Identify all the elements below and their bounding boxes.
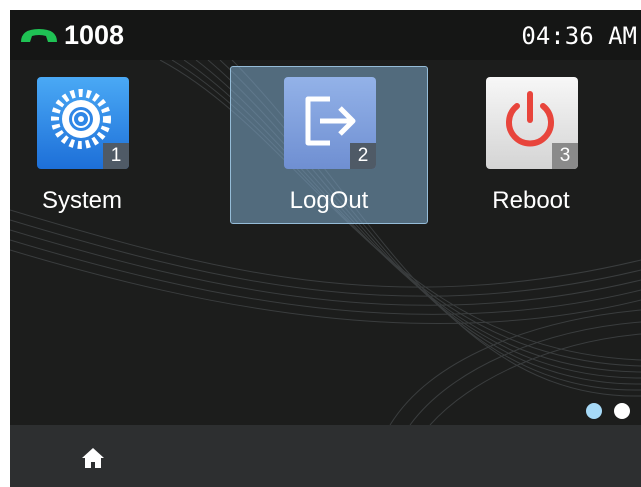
- app-system[interactable]: 1 System: [10, 66, 181, 224]
- app-logout[interactable]: 2 LogOut: [230, 66, 428, 224]
- page-indicator-dot-active[interactable]: [586, 403, 602, 419]
- home-icon[interactable]: [81, 447, 105, 469]
- navigation-bar: [10, 425, 641, 487]
- shortcut-number-badge: 1: [103, 143, 129, 169]
- reboot-app-icon: 3: [486, 77, 578, 169]
- phone-handset-icon: [21, 29, 57, 42]
- shortcut-number-badge: 2: [350, 143, 376, 169]
- app-label: System: [41, 187, 122, 214]
- system-app-icon: 1: [37, 77, 129, 169]
- app-label: Reboot: [492, 187, 570, 214]
- line-extension: 1008: [64, 20, 125, 50]
- shortcut-number-badge: 3: [552, 143, 578, 169]
- clock: 04:36 AM: [521, 22, 637, 50]
- page-indicator-dot[interactable]: [614, 403, 630, 419]
- app-label: LogOut: [289, 187, 369, 214]
- logout-app-icon: 2: [284, 77, 376, 169]
- app-reboot[interactable]: 3 Reboot: [432, 66, 630, 224]
- status-bar: 1008 04:36 AM: [10, 10, 641, 60]
- device-screen: 1008 04:36 AM 1 System 2 LogOut 3 Reboot: [10, 10, 641, 487]
